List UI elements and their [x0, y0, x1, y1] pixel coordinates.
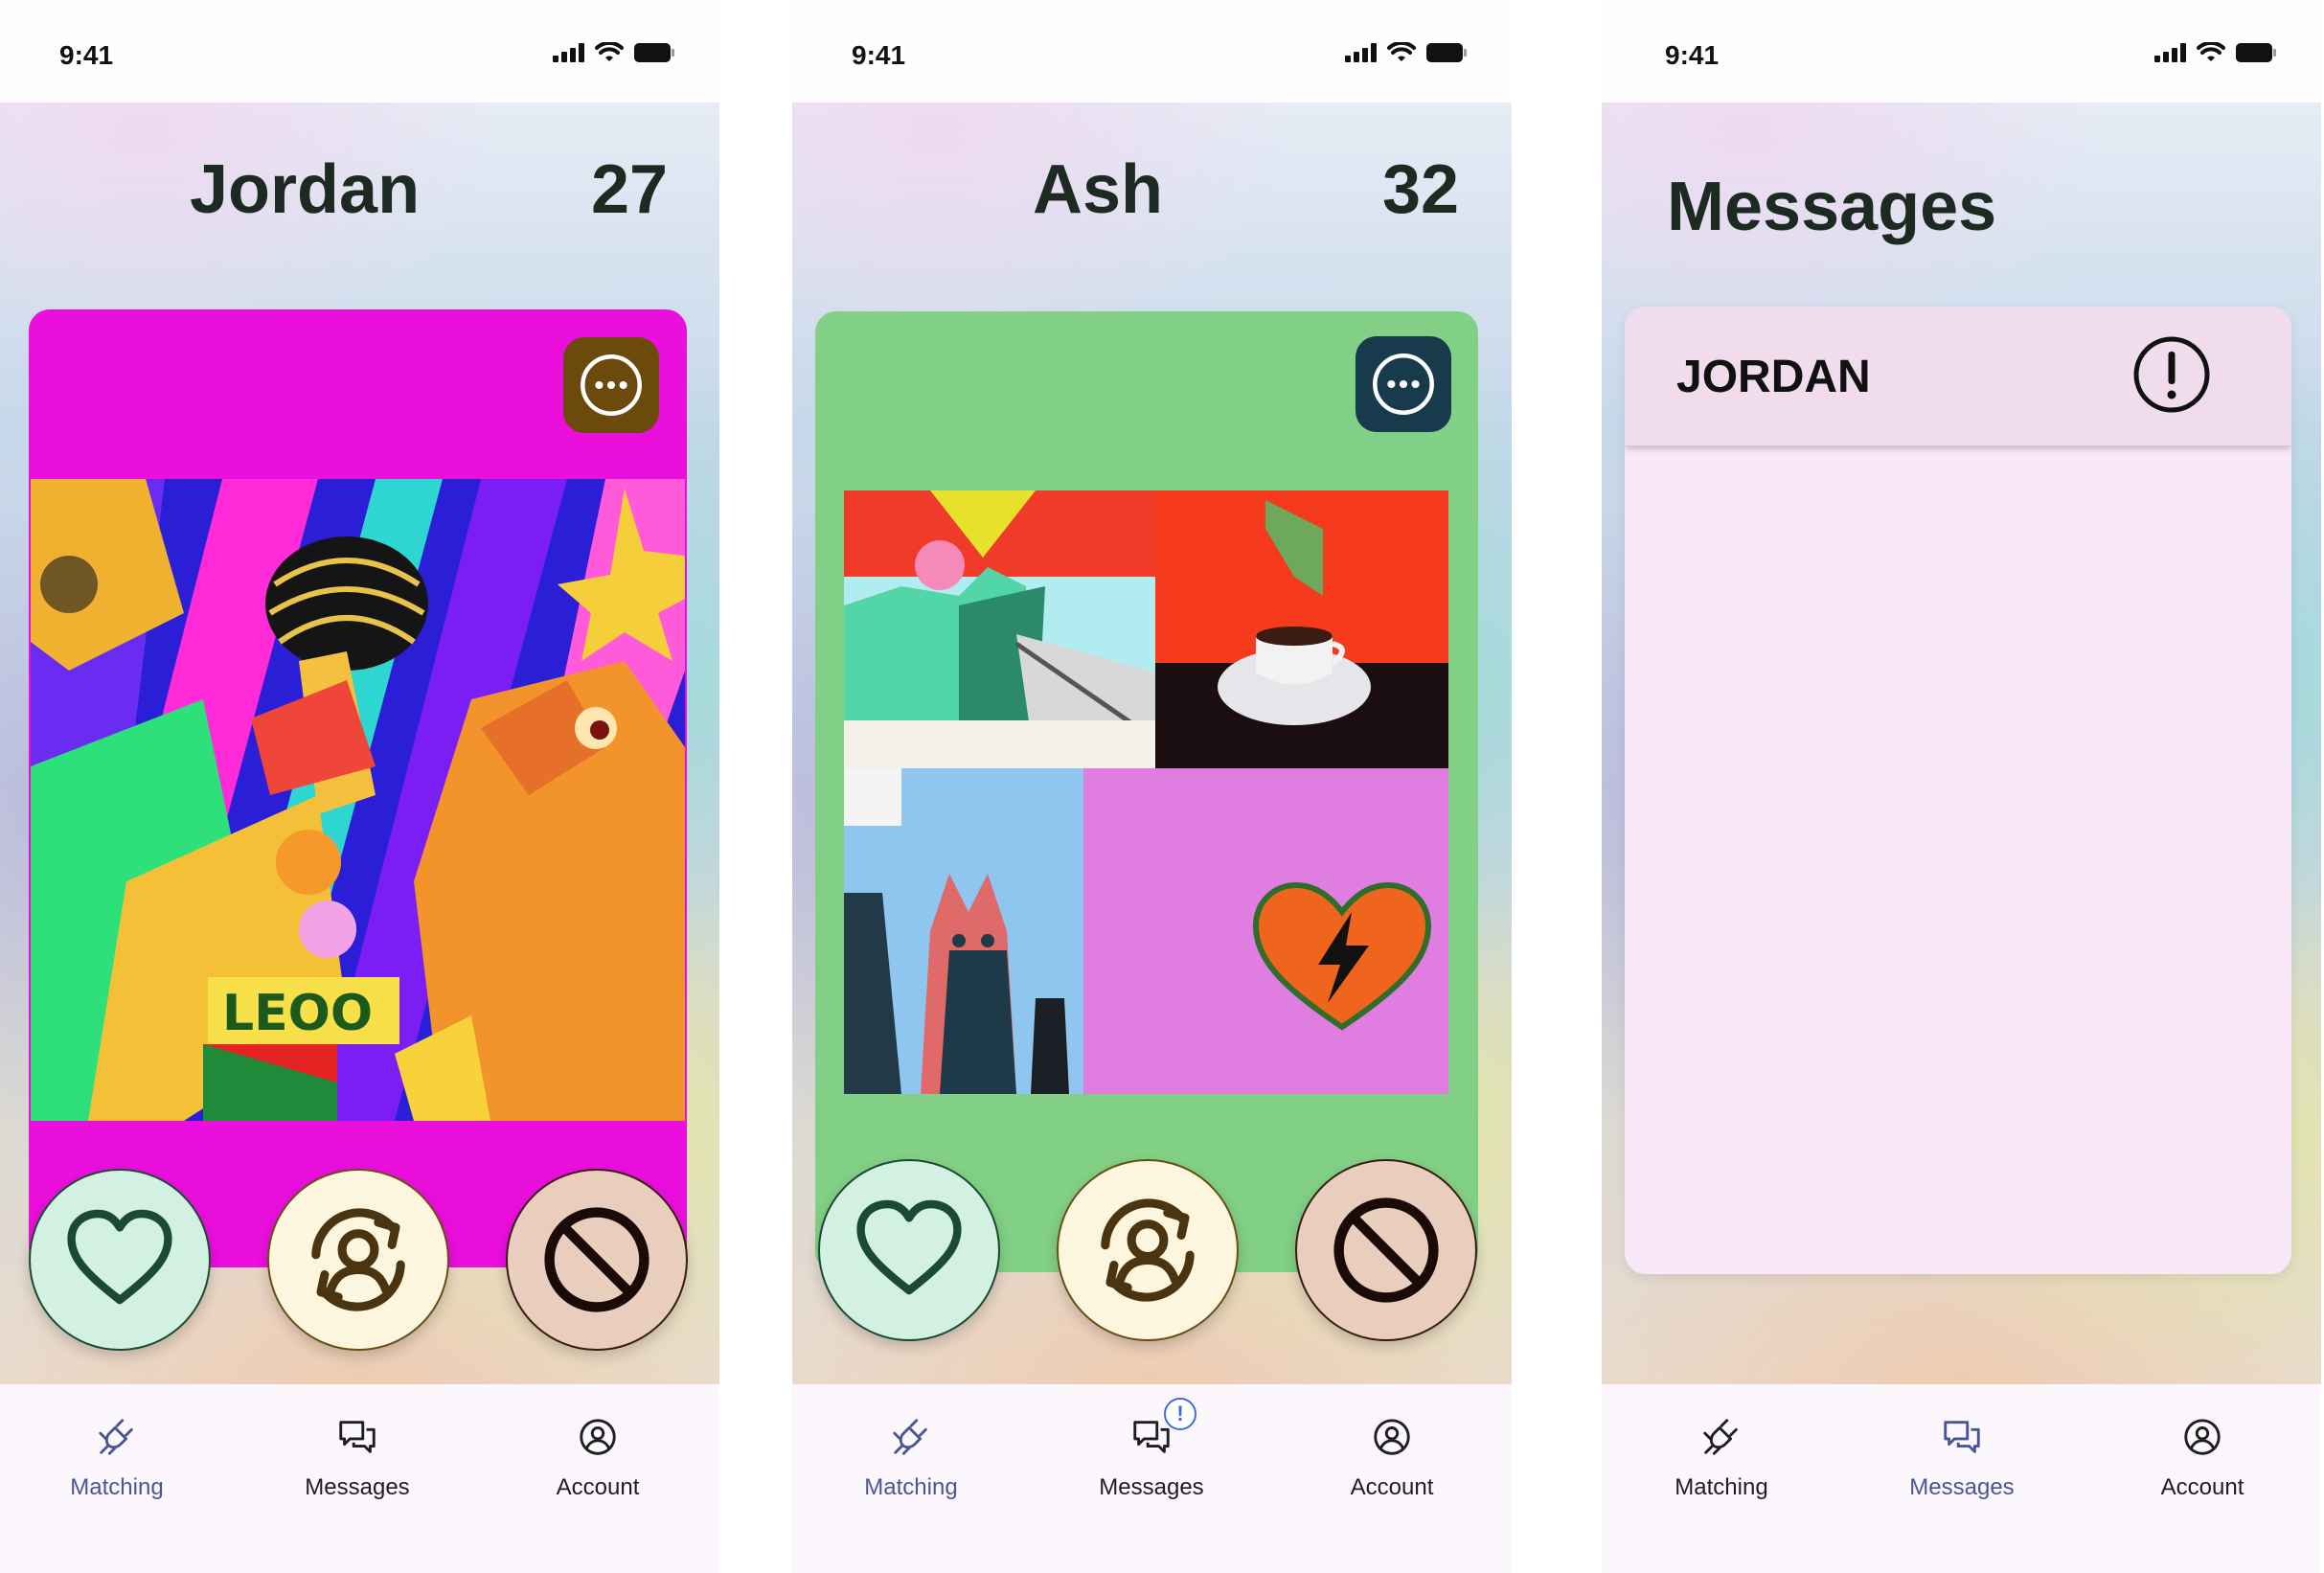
skip-refresh-button[interactable]: [1057, 1159, 1239, 1341]
status-icons: [2154, 42, 2277, 63]
status-time: 9:41: [852, 40, 906, 70]
tab-bar: Matching ! Messages Account: [792, 1384, 1512, 1573]
profile-age: 27: [591, 151, 669, 228]
tab-label: Account: [556, 1474, 640, 1500]
collage-image: [844, 490, 1448, 1094]
profile-card[interactable]: [815, 311, 1478, 1272]
main-content: Messages JORDAN: [1602, 103, 2321, 1384]
notification-badge: !: [1164, 1398, 1196, 1430]
user-circle-icon: [1368, 1413, 1416, 1461]
chat-bubbles-icon: [333, 1413, 381, 1461]
tab-matching[interactable]: Matching: [815, 1413, 1007, 1501]
status-time: 9:41: [1665, 40, 1720, 70]
skip-refresh-button[interactable]: [267, 1169, 449, 1351]
signal-icon: [2154, 43, 2187, 62]
status-icons: [553, 42, 675, 63]
wifi-icon: [595, 42, 624, 63]
heart-icon: [852, 1193, 967, 1308]
user-circle-icon: [574, 1413, 622, 1461]
tab-label: Matching: [1675, 1474, 1768, 1500]
block-icon: [535, 1197, 659, 1322]
profile-photo: [844, 490, 1448, 1094]
more-icon: [568, 342, 654, 428]
chat-bubbles-icon: !: [1128, 1398, 1196, 1461]
photo-sign-text: LEOO: [222, 985, 373, 1042]
wifi-icon: [1387, 42, 1416, 63]
battery-icon: [2235, 42, 2277, 63]
like-button[interactable]: [818, 1159, 1000, 1341]
more-options-button[interactable]: [563, 337, 659, 433]
conversation-row[interactable]: JORDAN: [1625, 307, 2291, 445]
plug-icon: [1697, 1413, 1745, 1461]
plug-icon: [93, 1413, 141, 1461]
tab-account[interactable]: Account: [502, 1413, 694, 1501]
more-icon: [1360, 341, 1447, 427]
tab-label: Account: [1350, 1474, 1434, 1500]
block-icon: [1324, 1188, 1448, 1312]
status-icons: [1345, 42, 1468, 63]
tab-account[interactable]: Account: [2107, 1413, 2298, 1501]
heart-icon: [62, 1202, 177, 1317]
tab-label: Account: [2160, 1474, 2244, 1500]
tab-matching[interactable]: Matching: [21, 1413, 213, 1501]
status-bar: 9:41: [1602, 0, 2321, 103]
profile-photo: LEOO: [31, 479, 685, 1121]
main-content: Jordan 27 LEOO: [0, 103, 719, 1384]
refresh-user-icon: [1085, 1188, 1210, 1312]
user-circle-icon: [2178, 1413, 2226, 1461]
chat-bubbles-icon: [1938, 1413, 1986, 1461]
messages-screen: 9:41 Messages JORDAN Matching Messages A…: [1602, 0, 2321, 1573]
block-button[interactable]: [506, 1169, 688, 1351]
conversation-list: JORDAN: [1625, 307, 2291, 1274]
tab-bar: Matching Messages Account: [0, 1384, 719, 1573]
tab-label: Matching: [70, 1474, 164, 1500]
profile-age: 32: [1382, 151, 1460, 228]
profile-name: Jordan: [190, 151, 421, 228]
status-bar: 9:41: [792, 0, 1512, 103]
status-time: 9:41: [59, 40, 114, 70]
tab-bar: Matching Messages Account: [1602, 1384, 2321, 1573]
tab-messages[interactable]: ! Messages: [1056, 1398, 1247, 1501]
abstract-art-image: LEOO: [31, 479, 685, 1121]
tab-matching[interactable]: Matching: [1626, 1413, 1817, 1501]
alert-icon: [2132, 335, 2211, 419]
profile-card[interactable]: LEOO: [29, 309, 687, 1267]
tab-messages[interactable]: Messages: [262, 1413, 453, 1501]
tab-messages[interactable]: Messages: [1866, 1413, 2058, 1501]
wifi-icon: [2197, 42, 2225, 63]
like-button[interactable]: [29, 1169, 211, 1351]
battery-icon: [633, 42, 675, 63]
tab-label: Messages: [305, 1474, 410, 1500]
matching-screen-ash: 9:41 Ash 32 Matching ! Messages Account: [792, 0, 1512, 1573]
page-title: Messages: [1667, 169, 1997, 245]
signal-icon: [553, 43, 585, 62]
more-options-button[interactable]: [1356, 336, 1451, 432]
signal-icon: [1345, 43, 1378, 62]
tab-label: Messages: [1099, 1474, 1204, 1500]
refresh-user-icon: [296, 1197, 421, 1322]
tab-label: Matching: [864, 1474, 958, 1500]
status-bar: 9:41: [0, 0, 719, 103]
block-button[interactable]: [1295, 1159, 1477, 1341]
main-content: Ash 32: [792, 103, 1512, 1384]
tab-label: Messages: [1909, 1474, 2015, 1500]
profile-name: Ash: [1033, 151, 1164, 228]
tab-account[interactable]: Account: [1296, 1413, 1488, 1501]
battery-icon: [1425, 42, 1468, 63]
matching-screen-jordan: 9:41 Jordan 27 LEOO Matching Messages Ac…: [0, 0, 719, 1573]
conversation-name: JORDAN: [1676, 352, 1871, 402]
plug-icon: [887, 1413, 935, 1461]
